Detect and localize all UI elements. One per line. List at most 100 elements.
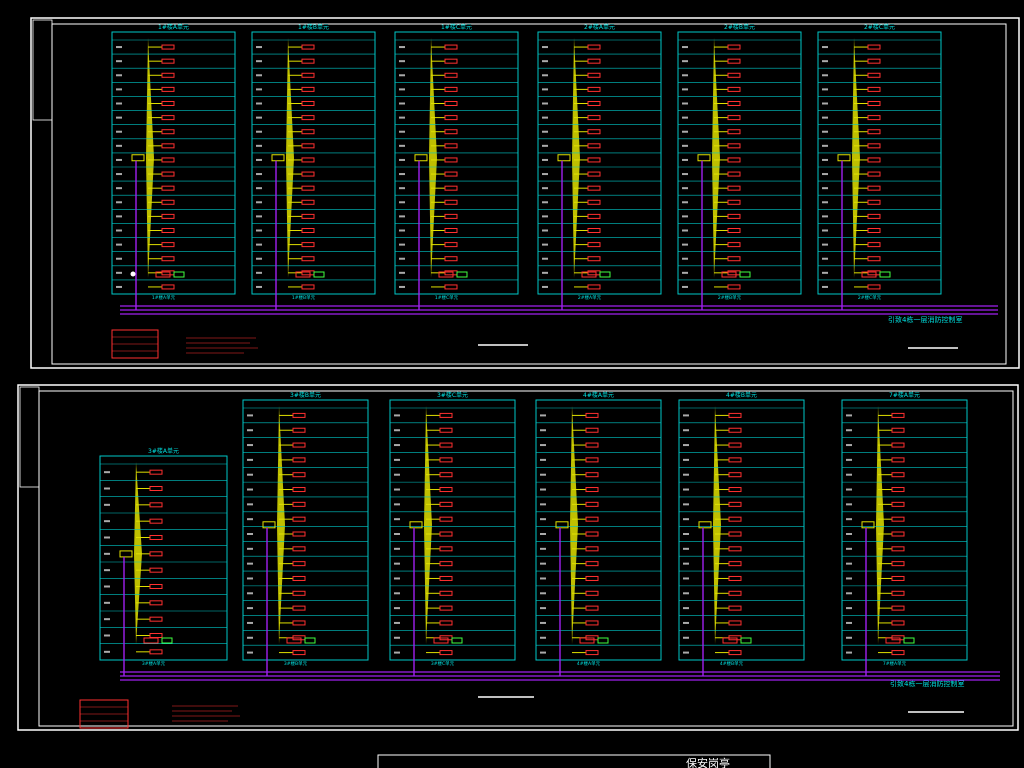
top-sheet-6-floor-tag xyxy=(822,229,828,232)
bottom-sheet-2-column: 3#楼B单元 3#楼B单元 xyxy=(242,391,369,676)
top-sheet-3-floor-device xyxy=(444,157,458,163)
top-sheet-5-floor-device xyxy=(727,185,741,191)
top-sheet-5-floor-device xyxy=(727,143,741,149)
top-sheet-5-floor-device xyxy=(727,270,741,276)
top-sheet-3-floor-tag xyxy=(399,187,405,190)
top-sheet-2-floor-device xyxy=(301,58,315,64)
top-sheet-3-floor-device xyxy=(444,213,458,219)
top-sheet-6-floor-tag xyxy=(822,158,828,161)
bottom-sheet-3-floor-device xyxy=(439,575,453,581)
top-sheet-2-floor-tag xyxy=(256,187,262,190)
top-sheet-4-floor-tag xyxy=(542,243,548,246)
top-sheet-5-floor-tag xyxy=(682,243,688,246)
bottom-sheet-5-column: 4#楼B单元 4#楼B单元 xyxy=(678,391,805,676)
top-sheet-4-floor-tag xyxy=(542,271,548,274)
bottom-sheet-6-floor-device xyxy=(891,546,905,552)
bottom-sheet-2-floor-device xyxy=(292,546,306,552)
top-sheet-2-floor-device xyxy=(301,213,315,219)
bottom-sheet-4-floor-device xyxy=(585,561,599,567)
bottom-sheet-5-floor-device xyxy=(728,516,742,522)
bottom-sheet-6-floor-tag xyxy=(846,562,852,565)
bottom-sheet-1-floor-device xyxy=(149,502,163,508)
top-sheet-1-floor-device xyxy=(161,242,175,248)
top-sheet-3-floor-tag xyxy=(399,271,405,274)
top-sheet-2-floor-tag xyxy=(256,285,262,288)
bottom-sheet-3-floor-device xyxy=(439,561,453,567)
top-sheet-1-floor-device xyxy=(161,185,175,191)
bottom-sheet-5-floor-tag xyxy=(683,473,689,476)
top-sheet-2-floor-device xyxy=(301,101,315,106)
bottom-sheet-2-module-a xyxy=(286,637,302,644)
top-sheet-4-floor-tag xyxy=(542,173,548,176)
top-sheet-6-floor-tag xyxy=(822,46,828,49)
bottom-sheet-4-floor-device xyxy=(585,516,599,522)
top-sheet-5-floor-device xyxy=(727,228,741,233)
bottom-sheet-1-column-border xyxy=(99,455,228,661)
top-sheet-5-floor-tag xyxy=(682,158,688,161)
bottom-sheet-2-floor-device xyxy=(292,650,306,656)
top-sheet-6-column: 2#楼C单元 2#楼C单元 xyxy=(817,23,942,310)
bottom-sheet-3-floor-device xyxy=(439,412,453,418)
top-sheet-6-floor-tag xyxy=(822,60,828,63)
top-sheet-4-floor-device xyxy=(587,58,601,64)
top-sheet-1-floor-tag xyxy=(116,158,122,161)
top-sheet-3-floor-tag xyxy=(399,130,405,133)
top-sheet-6-column-title: 2#楼C单元 xyxy=(864,23,895,31)
bottom-sheet-6-floor-device xyxy=(891,427,905,433)
bottom-sheet-4-floor-tag xyxy=(540,518,546,521)
top-sheet-6-floor-device xyxy=(867,242,881,248)
bottom-sheet-1-column-title: 3#楼A单元 xyxy=(148,447,179,455)
bottom-sheet-6-floor-tag xyxy=(846,473,852,476)
top-sheet-1-floor-device xyxy=(161,213,175,219)
top-sheet-4-floor-device xyxy=(587,115,601,121)
top-sheet-2-column-border xyxy=(251,31,376,295)
top-sheet-6-floor-device xyxy=(867,86,881,92)
top-sheet-1-riser-spine xyxy=(146,38,154,278)
bottom-sheet-6-floor-tag xyxy=(846,547,852,550)
bottom-sheet-6-floor-device xyxy=(891,487,905,493)
bottom-sheet-1-module-a xyxy=(143,637,159,644)
bottom-sheet-4-floor-device xyxy=(585,590,599,596)
bottom-sheet-4-floor-tag xyxy=(540,562,546,565)
top-sheet-2-floor-tag xyxy=(256,46,262,49)
top-sheet-3-floor-device xyxy=(444,171,458,177)
bottom-sheet-4-module-a xyxy=(579,637,595,644)
top-sheet-6-floor-device xyxy=(867,199,881,205)
bottom-sheet-5-floor-device xyxy=(728,472,742,478)
top-sheet-3-floor-device xyxy=(444,199,458,205)
top-sheet-6-floor-tag xyxy=(822,243,828,246)
top-sheet-4-floor-device xyxy=(587,228,601,233)
bottom-sheet-1-floor-tag xyxy=(104,471,110,474)
top-sheet-1-floor-device xyxy=(161,44,175,50)
bottom-sheet-1-floor-device xyxy=(149,633,163,638)
bottom-sheet-2-floor-tag xyxy=(247,503,253,506)
top-sheet-3-floor-tag xyxy=(399,229,405,232)
bottom-sheet-1-floor-tag xyxy=(104,634,110,637)
top-sheet-4-floor-device xyxy=(587,129,601,135)
top-sheet-1-floor-device xyxy=(161,86,175,92)
bottom-sheet-6-floor-tag xyxy=(846,533,852,535)
bottom-sheet-3-floor-tag xyxy=(394,458,400,461)
top-sheet-2-floor-tag xyxy=(256,130,262,133)
top-sheet-6-floor-device xyxy=(867,72,881,78)
bottom-sheet-4-floor-tag xyxy=(540,621,546,624)
top-sheet-3-floor-device xyxy=(444,86,458,92)
top-sheet-5-floor-tag xyxy=(682,187,688,190)
top-sheet-5-floor-device xyxy=(727,115,741,121)
bottom-sheet-5-floor-tag xyxy=(683,429,689,432)
bottom-sheet-1-floor-tag xyxy=(104,487,110,490)
top-sheet-2-floor-device xyxy=(301,171,315,177)
top-origin-marker xyxy=(130,271,136,277)
top-sheet-3-floor-device xyxy=(444,242,458,248)
top-sheet-4-floor-device xyxy=(587,284,601,290)
bottom-sheet-6-module-b xyxy=(903,637,915,644)
bottom-sheet-5-floor-device xyxy=(728,605,742,611)
bottom-sheet-1-riser-spine xyxy=(134,462,142,644)
bottom-sheet-6-floor-tag xyxy=(846,414,852,417)
bottom-sheet-3-floor-device xyxy=(439,457,453,463)
top-sheet-1-floor-device xyxy=(161,72,175,78)
top-sheet-5-floor-device xyxy=(727,157,741,163)
bottom-sheet-2-floor-device xyxy=(292,457,306,463)
bottom-sheet-6-floor-tag xyxy=(846,488,852,491)
top-sheet-2-floor-device xyxy=(301,115,315,121)
